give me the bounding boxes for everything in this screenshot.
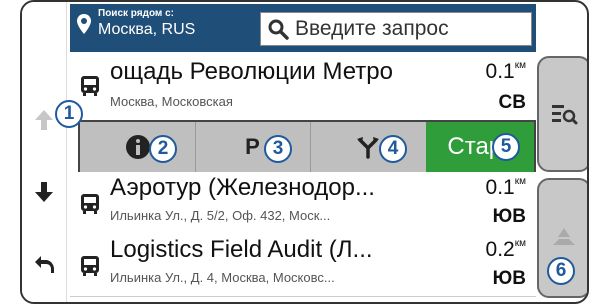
distance-unit: км: [514, 60, 526, 71]
callout-2: 2: [149, 135, 177, 163]
map-pin-icon: [553, 228, 575, 245]
result-row[interactable]: ощадь Революции Метро Москва, Московская…: [70, 54, 536, 121]
scroll-down-button[interactable]: [26, 174, 62, 210]
bus-icon: [81, 76, 99, 96]
filter-list-icon: [552, 105, 578, 125]
result-title: Logistics Field Audit (Л...: [110, 236, 373, 263]
distance-value: 0.1: [485, 176, 515, 199]
callout-4: 4: [379, 135, 407, 163]
bus-icon: [81, 256, 99, 276]
parking-button[interactable]: P: [195, 122, 311, 172]
result-direction: ЮВ: [492, 206, 526, 227]
callout-3: 3: [264, 135, 292, 163]
result-distance: 0.2км: [486, 238, 526, 262]
distance-value: 0.1: [485, 60, 515, 83]
result-title: ощадь Революции Метро: [110, 58, 393, 85]
result-direction: СВ: [498, 92, 526, 113]
location-pin-icon: [77, 14, 91, 34]
callout-6: 6: [547, 257, 575, 285]
left-nav-column: [22, 2, 67, 302]
result-title: Аэротур (Железнодор...: [110, 174, 375, 201]
distance-unit: км: [514, 176, 526, 187]
search-placeholder: Введите запрос: [295, 17, 449, 40]
location-selector[interactable]: Поиск рядом с: Москва, RUS: [76, 8, 195, 40]
result-row[interactable]: Logistics Field Audit (Л... Ильинка Ул.,…: [70, 234, 536, 297]
result-distance: 0.1км: [486, 60, 526, 84]
location-text: Поиск рядом с: Москва, RUS: [98, 8, 195, 40]
search-input[interactable]: Введите запрос: [260, 12, 532, 46]
back-icon: [35, 256, 54, 273]
location-value: Москва, RUS: [98, 21, 196, 38]
callout-5: 5: [492, 133, 520, 161]
back-button[interactable]: [26, 246, 62, 282]
distance-value: 0.2: [485, 238, 515, 261]
result-address: Москва, Московская: [110, 94, 233, 109]
result-address: Ильинка Ул., Д. 5/2, Оф. 432, Моск...: [110, 208, 331, 223]
bus-icon: [81, 194, 99, 214]
search-icon: [268, 19, 289, 40]
results-list-tab[interactable]: [537, 56, 587, 172]
result-row[interactable]: Аэротур (Железнодор... Ильинка Ул., Д. 5…: [70, 172, 536, 235]
route-options-button[interactable]: [310, 122, 427, 172]
callout-1: 1: [55, 100, 83, 128]
info-icon: [125, 135, 150, 159]
result-distance: 0.1км: [486, 176, 526, 200]
arrow-up-icon: [35, 110, 53, 130]
header-bar: Поиск рядом с: Москва, RUS Введите запро…: [70, 4, 536, 52]
route-fork-icon: [357, 137, 379, 159]
info-button[interactable]: [80, 122, 196, 172]
result-address: Ильинка Ул., Д. 4, Москва, Московс...: [110, 270, 335, 285]
parking-icon: P: [245, 134, 260, 159]
result-action-bar: P Старт: [78, 120, 536, 174]
distance-unit: км: [514, 238, 526, 249]
result-direction: ЮВ: [492, 268, 526, 289]
arrow-down-icon: [35, 182, 53, 202]
location-label: Поиск рядом с:: [98, 8, 174, 19]
